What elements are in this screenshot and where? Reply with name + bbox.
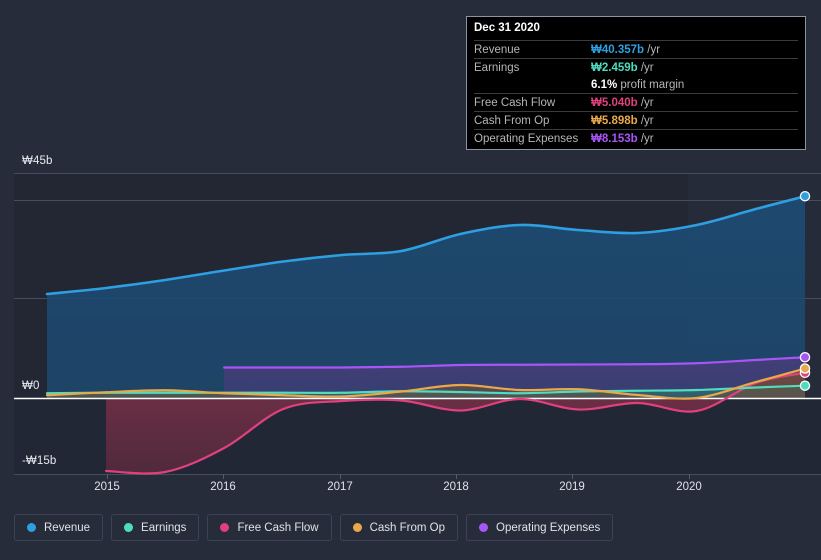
tooltip-row-label: Earnings [474, 61, 520, 74]
x-axis-label-2015: 2015 [94, 481, 120, 493]
legend-color-dot-icon [479, 523, 489, 532]
data-tooltip: Dec 31 2020 Revenue ₩40.357b /yr Earnings ₩… [466, 16, 806, 150]
tooltip-profit-margin-row: 6.1% profit margin [474, 76, 798, 93]
tooltip-row-label: Operating Expenses [474, 132, 579, 145]
tooltip-row-label: Revenue [474, 43, 521, 56]
tooltip-row-earnings: Earnings ₩2.459b /yr [474, 58, 798, 76]
legend-item-revenue[interactable]: Revenue [14, 514, 104, 541]
tooltip-row-operating-expenses: Operating Expenses ₩8.153b /yr [474, 129, 798, 147]
legend-color-dot-icon [27, 523, 36, 532]
series-endpoint-marker-cash-from-op [799, 363, 811, 374]
series-endpoint-marker-operating-expenses [799, 351, 811, 363]
legend-color-dot-icon [220, 523, 230, 532]
tooltip-date: Dec 31 2020 [474, 22, 540, 34]
tooltip-row-revenue: Revenue ₩40.357b /yr [474, 40, 798, 58]
legend-item-label: Free Cash Flow [237, 521, 319, 534]
legend-item-cash-from-op[interactable]: Cash From Op [339, 514, 459, 541]
legend-item-operating-expenses[interactable]: Operating Expenses [466, 514, 614, 541]
x-axis-label-2016: 2016 [210, 481, 236, 493]
tooltip-row-value: ₩5.040b /yr [591, 96, 654, 109]
y-axis-label-top: ₩45b [22, 155, 53, 167]
tooltip-rows: Revenue ₩40.357b /yr Earnings ₩2.459b /yr 6.… [474, 40, 798, 147]
legend-item-label: Cash From Op [369, 521, 446, 534]
legend-item-label: Operating Expenses [496, 521, 601, 534]
tooltip-profit-margin-value: 6.1% profit margin [591, 78, 685, 91]
tooltip-row-value: ₩8.153b /yr [591, 132, 654, 145]
legend-color-dot-icon [124, 523, 134, 532]
y-axis-label-bottom: -₩15b [22, 455, 57, 467]
chart-page: ₩45b ₩0 -₩15b 2015 2016 2017 2018 2019 2… [0, 0, 821, 560]
tooltip-row-value: ₩40.357b /yr [591, 43, 661, 56]
x-axis-label-2018: 2018 [443, 481, 469, 493]
tooltip-row-cash-from-op: Cash From Op ₩5.898b /yr [474, 111, 798, 129]
tooltip-row-value: ₩2.459b /yr [591, 61, 654, 74]
tooltip-row-label: Cash From Op [474, 114, 550, 127]
series-endpoint-marker-revenue [799, 190, 811, 202]
legend-item-free-cash-flow[interactable]: Free Cash Flow [207, 514, 332, 541]
y-axis-label-zero: ₩0 [22, 380, 40, 392]
tooltip-row-value: ₩5.898b /yr [591, 114, 654, 127]
x-axis-label-2019: 2019 [559, 481, 585, 493]
chart-legend[interactable]: Revenue Earnings Free Cash Flow Cash From O… [14, 514, 614, 541]
series-endpoint-marker-earnings [799, 380, 811, 391]
legend-color-dot-icon [352, 523, 362, 532]
legend-item-earnings[interactable]: Earnings [111, 514, 200, 541]
tooltip-row-label: Free Cash Flow [474, 96, 556, 109]
tooltip-row-free-cash-flow: Free Cash Flow ₩5.040b /yr [474, 93, 798, 111]
x-axis-label-2020: 2020 [676, 481, 702, 493]
legend-item-label: Earnings [141, 521, 187, 534]
x-axis-label-2017: 2017 [327, 481, 353, 493]
legend-item-label: Revenue [44, 521, 91, 534]
